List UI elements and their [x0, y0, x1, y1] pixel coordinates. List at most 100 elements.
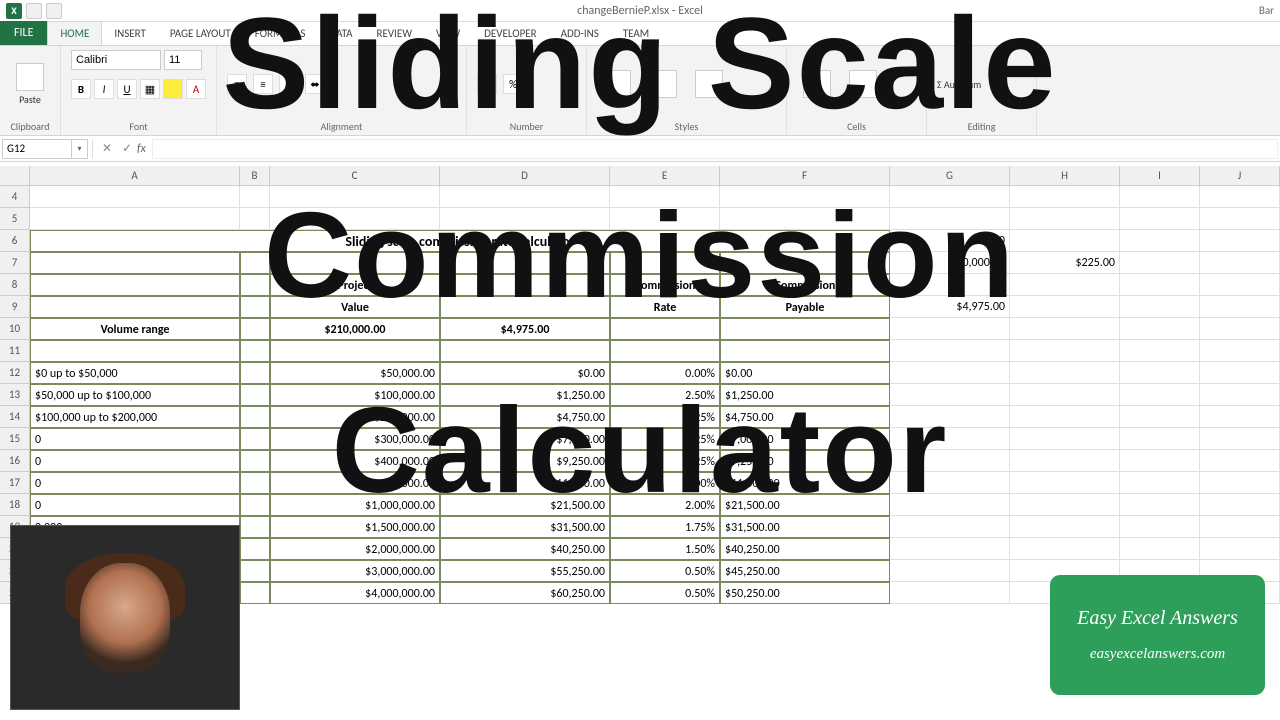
row-header[interactable]: 5	[0, 208, 30, 230]
cell[interactable]	[890, 384, 1010, 406]
cell-commission-payable[interactable]: $1,250.00	[720, 384, 890, 406]
header-value[interactable]: Value	[270, 296, 440, 318]
cell[interactable]	[890, 494, 1010, 516]
cell-tier-value[interactable]: $100,000.00	[270, 384, 440, 406]
cell-rate[interactable]: 2.50%	[610, 384, 720, 406]
autosum-button[interactable]: Σ AutoSum	[937, 78, 981, 91]
cell-volume-range[interactable]: 0	[30, 428, 240, 450]
cell[interactable]	[720, 186, 890, 208]
cell[interactable]	[1200, 494, 1280, 516]
cell-tier-value[interactable]: $500,000.00	[270, 472, 440, 494]
cell[interactable]	[890, 450, 1010, 472]
cell[interactable]	[1010, 494, 1120, 516]
cell[interactable]	[1200, 450, 1280, 472]
cell-rate[interactable]: 1.75%	[610, 516, 720, 538]
cell[interactable]	[1010, 472, 1120, 494]
row-header[interactable]: 14	[0, 406, 30, 428]
formula-input[interactable]	[152, 139, 1278, 159]
tab-developer[interactable]: DEVELOPER	[472, 21, 548, 45]
cell[interactable]	[240, 538, 270, 560]
cell-rate[interactable]: 1.50%	[610, 538, 720, 560]
fill-color-button[interactable]	[163, 79, 183, 99]
cell[interactable]	[1120, 362, 1200, 384]
cell-rate[interactable]: 2.25%	[610, 406, 720, 428]
cell-commission-d[interactable]: $40,250.00	[440, 538, 610, 560]
cell[interactable]	[440, 340, 610, 362]
cell[interactable]	[890, 428, 1010, 450]
cell[interactable]	[1120, 472, 1200, 494]
row-header[interactable]: 7	[0, 252, 30, 274]
format-as-table-button[interactable]	[643, 68, 683, 100]
cell[interactable]	[1120, 406, 1200, 428]
cell[interactable]	[1010, 186, 1120, 208]
fx-icon[interactable]: fx	[137, 142, 146, 156]
col-header[interactable]: D	[440, 166, 610, 185]
cell-commission-d[interactable]: $1,250.00	[440, 384, 610, 406]
header-comm-payable[interactable]: Commission	[720, 274, 890, 296]
cell-tier-value[interactable]: $300,000.00	[270, 428, 440, 450]
row-header[interactable]: 4	[0, 186, 30, 208]
header-comm-rate[interactable]: Commission	[610, 274, 720, 296]
row-header[interactable]: 18	[0, 494, 30, 516]
cell[interactable]	[440, 296, 610, 318]
cell[interactable]	[1010, 208, 1120, 230]
cell[interactable]	[1200, 252, 1280, 274]
cell[interactable]	[240, 186, 270, 208]
cell[interactable]	[1120, 494, 1200, 516]
paste-button[interactable]: Paste	[10, 61, 50, 108]
merge-button[interactable]: ⬌	[305, 74, 325, 94]
cell[interactable]	[610, 252, 720, 274]
cell-tier-value[interactable]: $400,000.00	[270, 450, 440, 472]
header-volume-range[interactable]: Volume range	[30, 318, 240, 340]
cell[interactable]	[1010, 384, 1120, 406]
cell[interactable]	[1010, 428, 1120, 450]
border-button[interactable]: ▦	[140, 79, 160, 99]
italic-button[interactable]: I	[94, 79, 114, 99]
cell[interactable]	[1010, 230, 1120, 252]
cell[interactable]	[1120, 384, 1200, 406]
cell[interactable]	[1200, 230, 1280, 252]
cell-volume-range[interactable]: $50,000 up to $100,000	[30, 384, 240, 406]
cell[interactable]	[440, 186, 610, 208]
cell[interactable]	[270, 340, 440, 362]
font-name-input[interactable]	[71, 50, 161, 70]
cell[interactable]	[610, 318, 720, 340]
align-center-button[interactable]: ≡	[253, 74, 273, 94]
cell-tier-value[interactable]: $50,000.00	[270, 362, 440, 384]
name-box-dropdown-icon[interactable]: ▾	[72, 139, 88, 159]
row-header[interactable]: 11	[0, 340, 30, 362]
font-size-input[interactable]	[164, 50, 202, 70]
cell[interactable]	[1120, 318, 1200, 340]
cell[interactable]	[1200, 186, 1280, 208]
tab-add-ins[interactable]: ADD-INS	[549, 21, 611, 45]
cell-commission-d[interactable]: $4,750.00	[440, 406, 610, 428]
col-header[interactable]: J	[1200, 166, 1280, 185]
name-box[interactable]: G12	[2, 139, 72, 159]
cell[interactable]	[1010, 516, 1120, 538]
row-header[interactable]: 8	[0, 274, 30, 296]
cell[interactable]	[1200, 428, 1280, 450]
cancel-formula-icon[interactable]: ✕	[97, 139, 117, 159]
cell-tier-value[interactable]: $1,000,000.00	[270, 494, 440, 516]
tab-formulas[interactable]: FORMULAS	[243, 21, 318, 45]
cell[interactable]	[240, 340, 270, 362]
col-header[interactable]: H	[1010, 166, 1120, 185]
cell-commission-payable[interactable]: $0.00	[720, 362, 890, 384]
align-right-button[interactable]: ≡	[279, 74, 299, 94]
cell[interactable]	[30, 186, 240, 208]
cell-commission-d[interactable]: $11,500.00	[440, 472, 610, 494]
row-header[interactable]: 13	[0, 384, 30, 406]
cell[interactable]	[1010, 318, 1120, 340]
cell[interactable]	[240, 428, 270, 450]
select-all-corner[interactable]	[0, 166, 30, 185]
cell[interactable]	[1120, 252, 1200, 274]
conditional-formatting-button[interactable]	[597, 68, 637, 100]
cell[interactable]	[890, 186, 1010, 208]
tab-view[interactable]: VIEW	[424, 21, 472, 45]
cell[interactable]	[1010, 450, 1120, 472]
project-value[interactable]: $210,000.00	[270, 318, 440, 340]
cell[interactable]	[270, 186, 440, 208]
cell[interactable]	[720, 208, 890, 230]
align-left-button[interactable]: ≡	[227, 74, 247, 94]
cell-commission-payable[interactable]: $21,500.00	[720, 494, 890, 516]
